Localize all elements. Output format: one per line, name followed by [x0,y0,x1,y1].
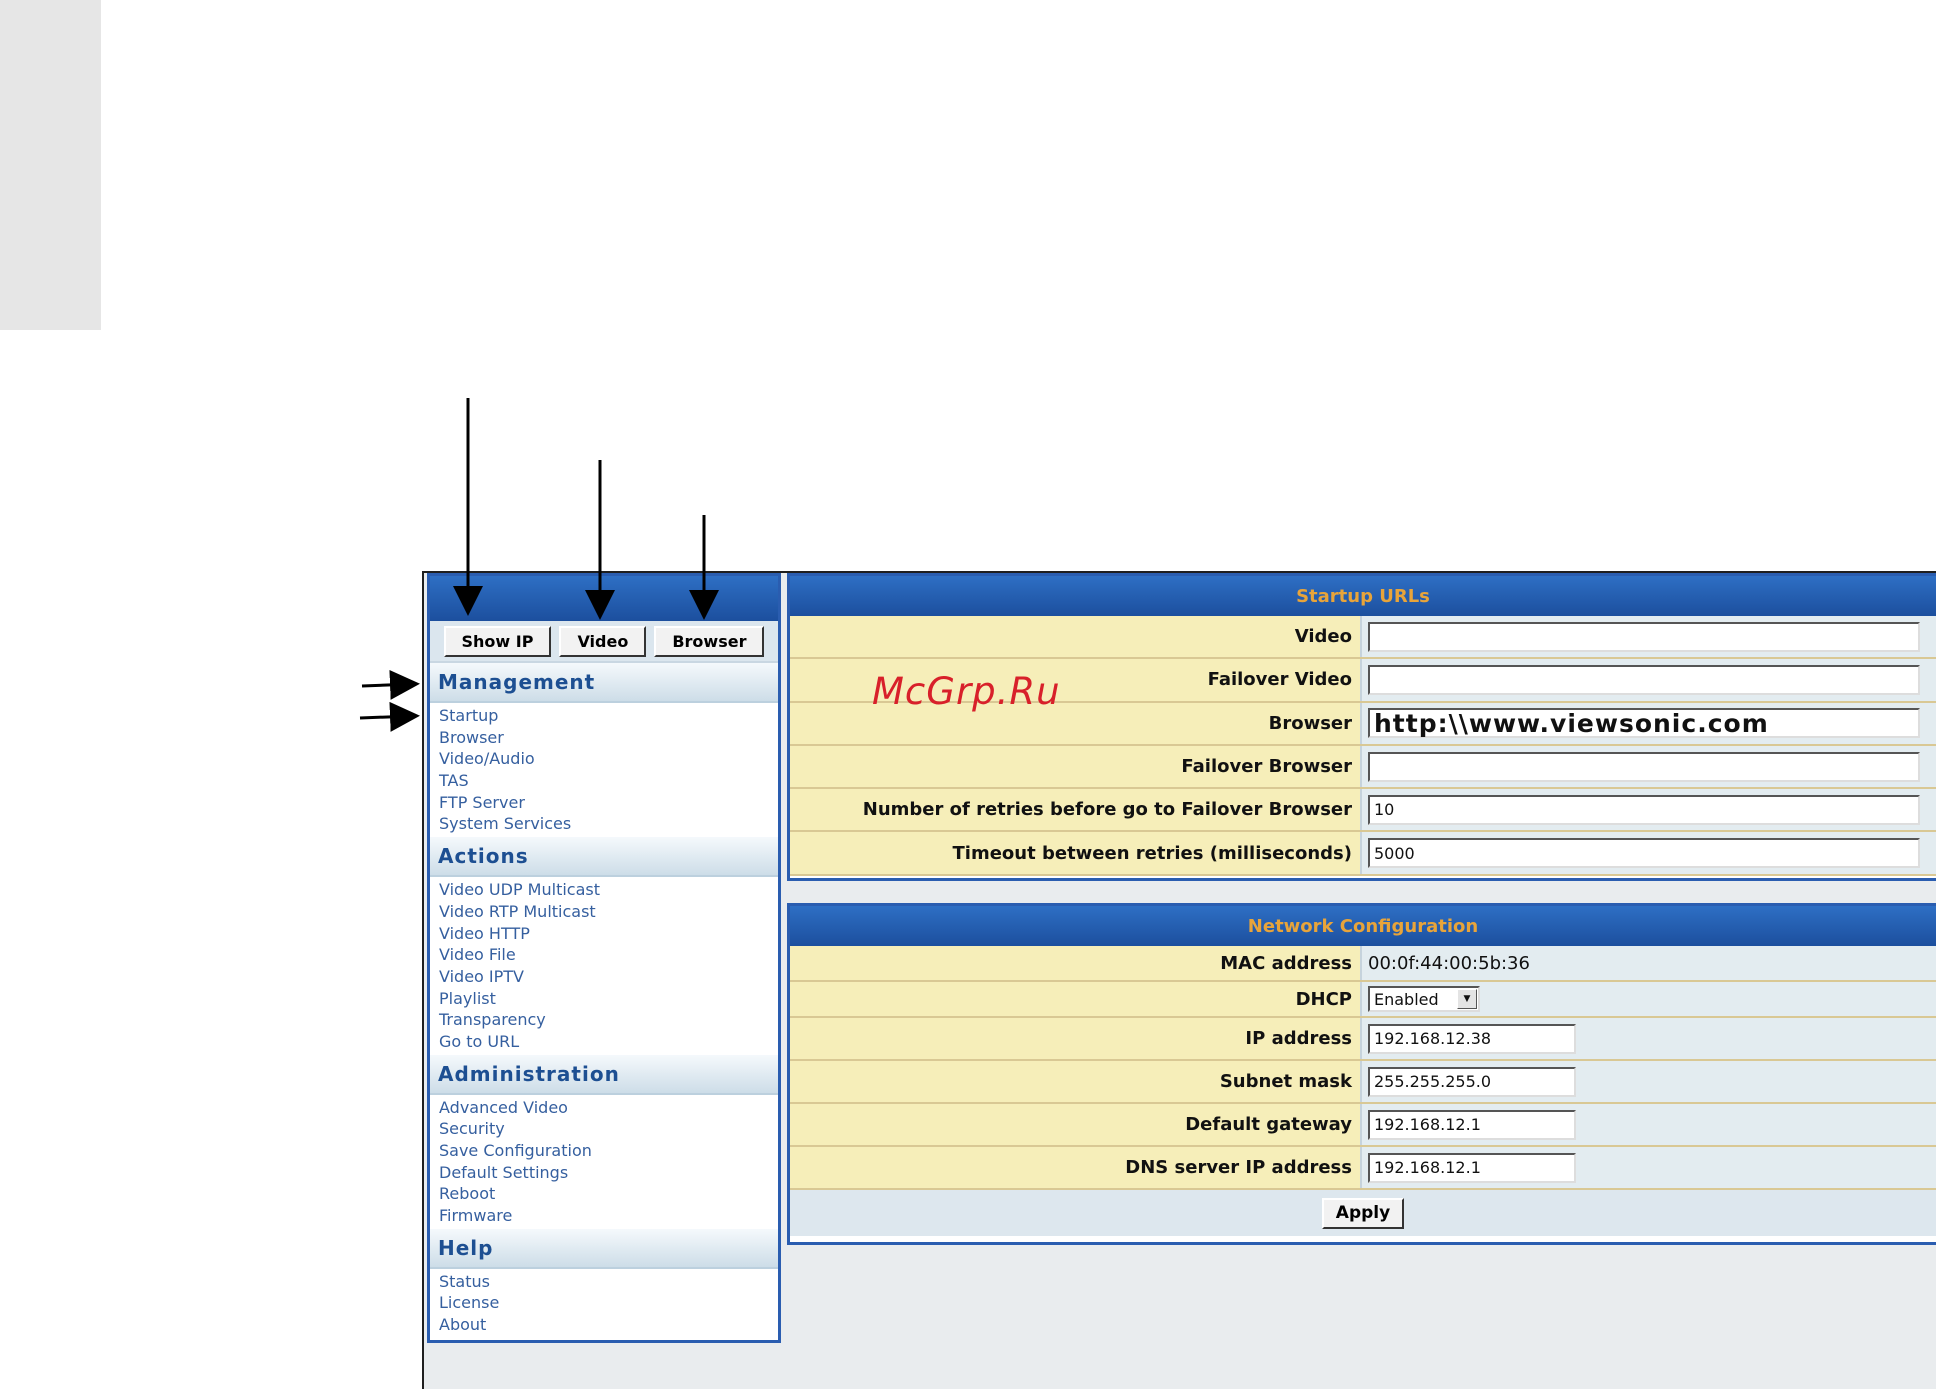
sidebar-item-advanced-video[interactable]: Advanced Video [430,1097,778,1119]
network-configuration-panel: Network Configuration MAC address 00:0f:… [787,903,1936,1245]
sidebar-item-system-services[interactable]: System Services [430,813,778,835]
sidebar-header [430,576,778,621]
field-label: MAC address [790,946,1360,980]
form-row-mac: MAC address 00:0f:44:00:5b:36 [790,946,1936,982]
panel-header: Network Configuration [790,906,1936,946]
sidebar-item-firmware[interactable]: Firmware [430,1205,778,1227]
startup-urls-panel: Startup URLs Video Failover Video Browse… [787,573,1936,881]
watermark: McGrp.Ru [872,670,1061,713]
panel-title: Startup URLs [1296,585,1430,607]
sidebar-item-license[interactable]: License [430,1292,778,1314]
field-label: DNS server IP address [790,1147,1360,1188]
quick-buttons: Show IP Video Browser [430,621,778,663]
section-title: Management [438,670,596,694]
field-label: IP address [790,1018,1360,1059]
sidebar-item-video-http[interactable]: Video HTTP [430,923,778,945]
actions-items: Video UDP Multicast Video RTP Multicast … [430,877,778,1055]
form-row-retries: Number of retries before go to Failover … [790,789,1936,833]
failover-browser-url-input[interactable] [1368,751,1920,782]
sidebar-item-reboot[interactable]: Reboot [430,1183,778,1205]
sidebar-item-status[interactable]: Status [430,1271,778,1293]
form-row-subnet: Subnet mask 255.255.255.0 [790,1061,1936,1104]
field-label: Timeout between retries (milliseconds) [790,832,1360,874]
management-items: Startup Browser Video/Audio TAS FTP Serv… [430,703,778,837]
sidebar-item-video-rtp-multicast[interactable]: Video RTP Multicast [430,901,778,923]
sidebar-item-tas[interactable]: TAS [430,770,778,792]
form-row-gateway: Default gateway 192.168.12.1 [790,1104,1936,1147]
section-title: Help [438,1235,494,1260]
field-label: Video [790,616,1360,658]
help-items: Status License About [430,1269,778,1338]
panel-header: Startup URLs [790,576,1936,616]
administration-items: Advanced Video Security Save Configurati… [430,1095,778,1229]
timeout-input[interactable]: 5000 [1368,838,1920,869]
sidebar-item-startup[interactable]: Startup [430,705,778,727]
sidebar-item-video-file[interactable]: Video File [430,944,778,966]
dhcp-select[interactable]: Enabled ▼ [1368,986,1480,1012]
sidebar-item-browser[interactable]: Browser [430,727,778,749]
form-row-timeout: Timeout between retries (milliseconds) 5… [790,832,1936,876]
failover-video-url-input[interactable] [1368,664,1920,695]
sidebar-item-default-settings[interactable]: Default Settings [430,1162,778,1184]
field-label: Subnet mask [790,1061,1360,1102]
field-label: DHCP [790,982,1360,1016]
arrow-management [361,669,420,700]
mac-address-value: 00:0f:44:00:5b:36 [1368,952,1530,974]
sidebar-item-go-to-url[interactable]: Go to URL [430,1031,778,1053]
sidebar-item-playlist[interactable]: Playlist [430,988,778,1010]
dhcp-selected-value: Enabled [1374,989,1439,1009]
panel-title: Network Configuration [1247,915,1479,937]
form-row-failover-browser: Failover Browser [790,745,1936,790]
default-gateway-input[interactable]: 192.168.12.1 [1368,1109,1576,1140]
form-row-dhcp: DHCP Enabled ▼ [790,982,1936,1018]
section-administration: Administration [430,1054,778,1095]
video-url-input[interactable] [1368,621,1920,652]
form-row-video: Video [790,616,1936,660]
arrow-startup [359,701,420,732]
browser-button[interactable]: Browser [654,625,765,657]
sidebar-item-ftp-server[interactable]: FTP Server [430,792,778,814]
retries-input[interactable]: 10 [1368,794,1920,825]
form-row-dns: DNS server IP address 192.168.12.1 [790,1147,1936,1190]
subnet-mask-input[interactable]: 255.255.255.0 [1368,1066,1576,1097]
sidebar-item-video-audio[interactable]: Video/Audio [430,748,778,770]
section-title: Administration [438,1061,620,1086]
sidebar-item-about[interactable]: About [430,1314,778,1336]
field-label: Failover Browser [790,745,1360,788]
sidebar-item-video-udp-multicast[interactable]: Video UDP Multicast [430,879,778,901]
apply-button[interactable]: Apply [1321,1197,1405,1229]
section-management: Management [430,663,778,703]
video-button[interactable]: Video [559,625,647,657]
section-title: Actions [438,844,529,869]
page-edge-tab [0,0,101,330]
sidebar-item-video-iptv[interactable]: Video IPTV [430,966,778,988]
apply-row: Apply [790,1190,1936,1236]
form-row-ip: IP address 192.168.12.38 [790,1018,1936,1061]
dns-server-input[interactable]: 192.168.12.1 [1368,1152,1576,1183]
sidebar-item-security[interactable]: Security [430,1118,778,1140]
sidebar-item-transparency[interactable]: Transparency [430,1009,778,1031]
field-label: Default gateway [790,1104,1360,1145]
sidebar-item-save-configuration[interactable]: Save Configuration [430,1140,778,1162]
browser-url-input[interactable]: http:\\www.viewsonic.com [1368,708,1920,739]
ip-address-input[interactable]: 192.168.12.38 [1368,1023,1576,1054]
field-label: Number of retries before go to Failover … [790,789,1360,831]
section-actions: Actions [430,837,778,878]
sidebar: Show IP Video Browser Management Startup… [427,573,781,1343]
section-help: Help [430,1228,778,1269]
show-ip-button[interactable]: Show IP [443,625,552,657]
dropdown-arrow-icon[interactable]: ▼ [1457,989,1477,1009]
